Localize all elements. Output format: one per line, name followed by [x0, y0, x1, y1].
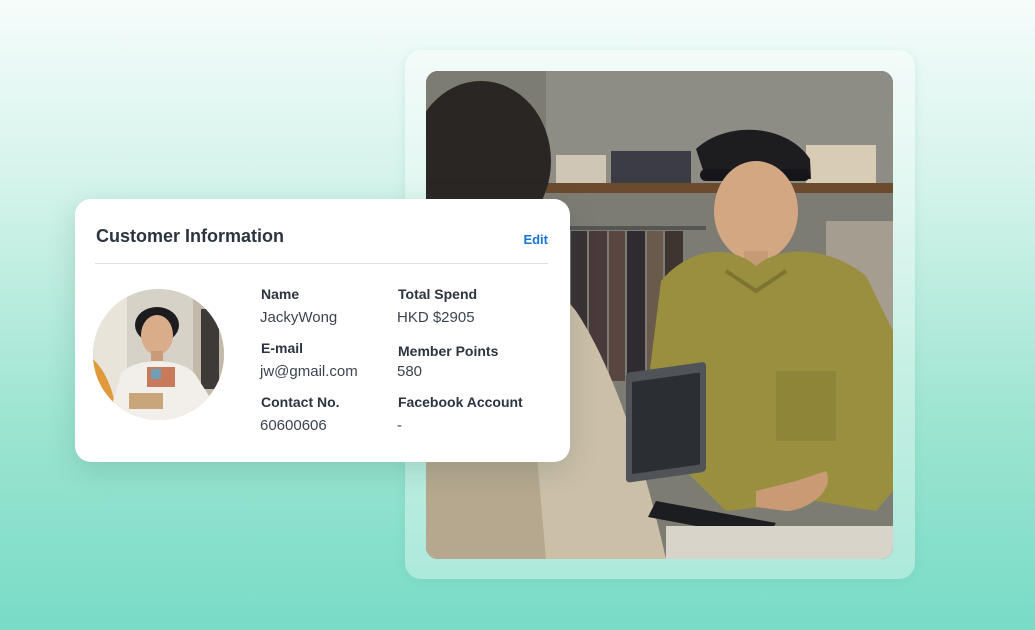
contact-value: 60600606 — [260, 417, 327, 434]
name-label: Name — [261, 286, 300, 302]
card-title: Customer Information — [96, 226, 285, 246]
contact-label: Contact No. — [261, 394, 340, 410]
name-value: JackyWong — [260, 309, 338, 326]
facebook-label: Facebook Account — [398, 394, 523, 410]
total-spend-value: HKD $2905 — [397, 309, 475, 326]
facebook-value: - — [397, 417, 402, 434]
total-spend-label: Total Spend — [398, 286, 478, 302]
edit-button[interactable]: Edit — [523, 232, 548, 247]
avatar — [93, 289, 224, 420]
email-label: E-mail — [261, 340, 304, 356]
divider — [95, 263, 548, 264]
email-value: jw@gmail.com — [260, 363, 358, 380]
customer-info-card: Customer Information Edit Name JackyWong… — [75, 199, 570, 462]
member-points-label: Member Points — [398, 343, 499, 359]
member-points-value: 580 — [397, 363, 423, 380]
